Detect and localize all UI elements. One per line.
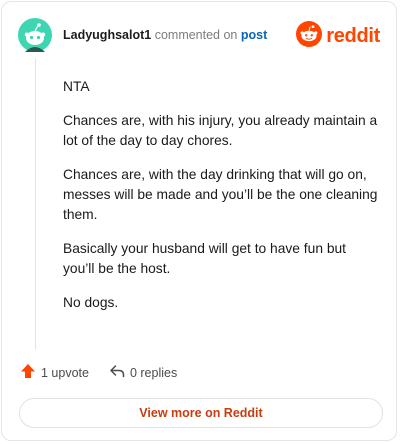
comment-paragraph: Basically your husband will get to have … bbox=[63, 241, 347, 276]
comment-body: NTA Chances are, with his injury, you al… bbox=[63, 77, 381, 327]
upvote-count: 1 upvote bbox=[41, 365, 89, 380]
comment-header: Ladyughsalot1 commented on post bbox=[63, 27, 267, 43]
reddit-wordmark: reddit bbox=[326, 25, 380, 47]
post-link[interactable]: post bbox=[241, 28, 267, 42]
replies-button[interactable]: 0 replies bbox=[109, 363, 177, 382]
reddit-logo-icon bbox=[296, 21, 323, 52]
snoo-avatar-icon[interactable] bbox=[18, 18, 52, 52]
comment-card: Ladyughsalot1 commented on post reddit N… bbox=[1, 1, 397, 441]
thread-line[interactable] bbox=[35, 58, 36, 350]
view-more-on-reddit-button[interactable]: View more on Reddit bbox=[19, 398, 383, 428]
comment-actions: 1 upvote 0 replies bbox=[20, 363, 177, 382]
reply-arrow-icon bbox=[109, 363, 125, 382]
comment-paragraph: NTA bbox=[63, 79, 90, 94]
comment-paragraph: No dogs. bbox=[63, 295, 119, 310]
comment-paragraph: Chances are, with his injury, you alread… bbox=[63, 113, 378, 148]
username-link[interactable]: Ladyughsalot1 bbox=[63, 28, 151, 42]
replies-count: 0 replies bbox=[129, 365, 178, 380]
reddit-brand-link[interactable]: reddit bbox=[296, 21, 380, 52]
commented-on-text: commented on bbox=[154, 28, 238, 42]
upvote-arrow-icon bbox=[20, 363, 36, 382]
upvote-button[interactable]: 1 upvote bbox=[20, 363, 89, 382]
comment-paragraph: Chances are, with the day drinking that … bbox=[63, 167, 378, 222]
